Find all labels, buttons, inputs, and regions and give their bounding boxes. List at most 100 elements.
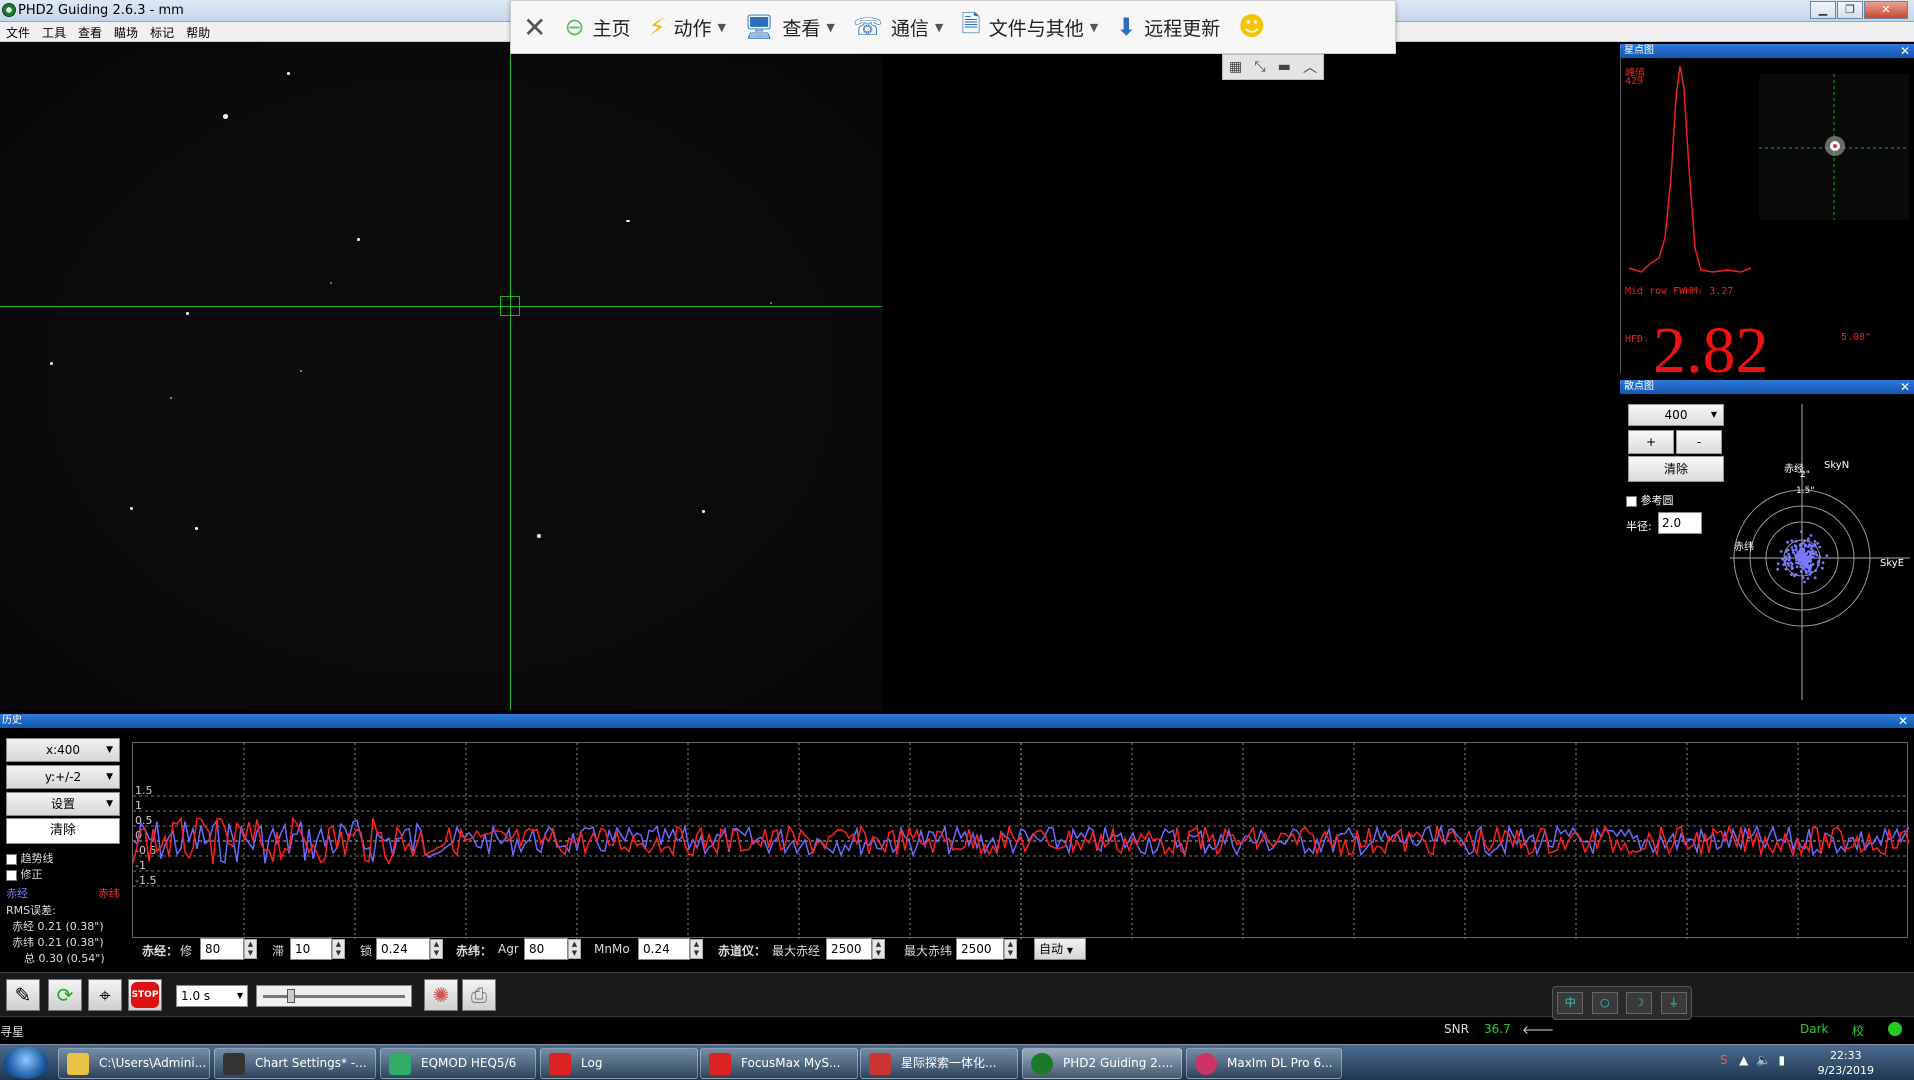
- trendline-checkbox[interactable]: [6, 853, 17, 865]
- volume-icon[interactable]: 🔈: [1756, 1053, 1771, 1067]
- ra-agg-input[interactable]: 80 ▲ ▼: [200, 938, 257, 960]
- close-button[interactable]: ✕: [1864, 1, 1908, 19]
- maximize-button[interactable]: ❐: [1837, 1, 1863, 19]
- menu-bookmarks[interactable]: 标记: [144, 22, 180, 41]
- corrections-checkbox[interactable]: [6, 869, 17, 881]
- spinner-arrows[interactable]: ▲ ▼: [872, 939, 885, 959]
- chevron-up-icon[interactable]: ︿: [1303, 57, 1317, 77]
- menu-view[interactable]: 查看: [72, 22, 108, 41]
- dec-mnmo-input[interactable]: 0.24 ▲ ▼: [638, 938, 703, 960]
- task-focusmax[interactable]: FocusMax MyS...: [700, 1048, 858, 1079]
- history-x-combo[interactable]: x:400 ▼: [6, 738, 120, 762]
- max-ra-input[interactable]: 2500 ▲ ▼: [826, 938, 885, 960]
- max-dec-input[interactable]: 2500 ▲ ▼: [956, 938, 1017, 960]
- star-field[interactable]: [0, 42, 882, 710]
- guide-icon-3[interactable]: ☽: [1626, 992, 1653, 1014]
- hfd-value: 2.82: [1653, 314, 1769, 387]
- scatter-point: [1792, 551, 1795, 555]
- history-clear-button[interactable]: 清除: [6, 818, 120, 844]
- task-eqmod[interactable]: EQMOD HEQ5/6: [380, 1048, 536, 1079]
- loop-icon[interactable]: ⟳: [48, 979, 82, 1011]
- guide-icon-1[interactable]: 中: [1557, 992, 1584, 1014]
- crosshair-icon[interactable]: ⌖: [88, 979, 122, 1011]
- scatter-point: [1806, 539, 1810, 543]
- task-log[interactable]: Log: [540, 1048, 698, 1079]
- task-explorer[interactable]: C:\Users\Admini...: [58, 1048, 210, 1079]
- shrink-icon[interactable]: ⤡: [1254, 59, 1265, 75]
- history-panel: x:400 ▼ y:+/-2 ▼ 设置 ▼ 清除 趋势线 修正 赤经 赤纬 RMS误差…: [0, 728, 1914, 972]
- remote-file-menu[interactable]: 🗎 文件与其他 ▼: [961, 7, 1098, 48]
- history-y-combo[interactable]: y:+/-2 ▼: [6, 765, 120, 789]
- smiley-icon[interactable]: ☻: [1238, 12, 1265, 42]
- ra-hyst-label: 滞: [272, 944, 285, 958]
- spinner-arrows[interactable]: ▲ ▼: [244, 939, 257, 959]
- scatter-point: [1810, 552, 1813, 556]
- pencil-icon[interactable]: ✎: [6, 979, 40, 1011]
- menu-file[interactable]: 文件: [0, 22, 36, 41]
- target-clear-button[interactable]: 清除: [1628, 456, 1724, 482]
- grid-icon[interactable]: ▦: [1229, 59, 1242, 75]
- spinner-arrows[interactable]: ▲ ▼: [332, 939, 345, 959]
- eqmod-icon: [389, 1053, 411, 1075]
- gamma-slider[interactable]: [256, 985, 412, 1007]
- menu-help[interactable]: 帮助: [180, 22, 216, 41]
- start-button[interactable]: [4, 1047, 48, 1079]
- task-maxim[interactable]: MaxIm DL Pro 6...: [1186, 1048, 1342, 1079]
- scatter-point: [1813, 540, 1817, 543]
- ref-circle-checkbox-row[interactable]: 参考圆: [1626, 492, 1674, 508]
- target-zoom-in-button[interactable]: +: [1628, 430, 1674, 454]
- scatter-point: [1782, 563, 1785, 566]
- remote-close-button[interactable]: ✕: [523, 11, 546, 44]
- status-bar: 寻星: [0, 1016, 1914, 1044]
- camera-view[interactable]: [0, 42, 1618, 710]
- guide-icon-2[interactable]: ○: [1591, 992, 1618, 1014]
- chevron-up-icon[interactable]: ▲: [1739, 1053, 1748, 1067]
- task-phd2[interactable]: PHD2 Guiding 2....: [1022, 1048, 1182, 1079]
- target-zoom-combo[interactable]: 400 ▼: [1628, 404, 1724, 426]
- history-settings-combo[interactable]: 设置 ▼: [6, 792, 120, 816]
- close-icon[interactable]: ✕: [1898, 714, 1908, 728]
- remote-comm-menu[interactable]: ☏ 通信 ▼: [853, 13, 944, 41]
- menu-tools[interactable]: 工具: [36, 22, 72, 41]
- remote-home-button[interactable]: ⊖ 主页: [564, 13, 630, 41]
- target-panel: 400 ▼ + - 清除 参考圆 半径: 2.0 赤经 SkyN 赤纬 SkyE…: [1620, 394, 1914, 710]
- scatter-point: [1776, 562, 1780, 566]
- network-icon[interactable]: ▮: [1779, 1053, 1786, 1067]
- ra-minmo-input[interactable]: 0.24 ▲ ▼: [376, 938, 443, 960]
- remote-view-menu[interactable]: 🖥 查看 ▼: [744, 13, 835, 41]
- scatter-point: [1807, 545, 1810, 548]
- slider-thumb[interactable]: [287, 989, 295, 1003]
- task-star-explorer[interactable]: 星际探索一体化...: [860, 1048, 1018, 1079]
- spinner-arrows[interactable]: ▲ ▼: [690, 939, 703, 959]
- spinner-arrows[interactable]: ▲ ▼: [568, 939, 581, 959]
- camera-icon[interactable]: ⎙: [462, 979, 496, 1011]
- dec-agr-input[interactable]: 80 ▲ ▼: [524, 938, 581, 960]
- ra-hyst-input[interactable]: 10 ▲ ▼: [290, 938, 345, 960]
- close-icon[interactable]: ✕: [1900, 44, 1910, 58]
- taskbar: C:\Users\Admini... Chart Settings* -... …: [0, 1044, 1914, 1080]
- remote-update-button[interactable]: ⬇ 远程更新: [1116, 13, 1220, 41]
- guide-icon-4[interactable]: ⏚: [1660, 992, 1687, 1014]
- stop-button[interactable]: STOP: [128, 979, 162, 1011]
- crosshair-horizontal: [0, 306, 882, 307]
- dec-mode-combo[interactable]: 自动 ▼: [1034, 938, 1086, 960]
- remote-action-menu[interactable]: ⚡ 动作 ▼: [649, 13, 726, 41]
- menu-darks[interactable]: 瞄场: [108, 22, 144, 41]
- minimize-icon[interactable]: ▬: [1278, 59, 1291, 75]
- star-profile-panel: 峰值 429 Mid row FWHM: 3.27 HFD: 2.82 5.08…: [1620, 58, 1914, 387]
- brain-icon[interactable]: ✺: [424, 979, 458, 1011]
- task-chart-settings[interactable]: Chart Settings* -...: [214, 1048, 376, 1079]
- corrections-row[interactable]: 修正: [6, 866, 43, 882]
- spinner-arrows[interactable]: ▲ ▼: [1004, 939, 1017, 959]
- minimize-button[interactable]: ▁: [1810, 1, 1836, 19]
- exposure-combo[interactable]: 1.0 s ▼: [176, 985, 248, 1007]
- ime-icon[interactable]: S: [1720, 1053, 1728, 1067]
- clock[interactable]: 22:33 9/23/2019: [1818, 1048, 1874, 1078]
- close-icon[interactable]: ✕: [1900, 380, 1910, 394]
- spinner-arrows[interactable]: ▲ ▼: [430, 939, 443, 959]
- trendline-row[interactable]: 趋势线: [6, 850, 54, 866]
- ref-circle-checkbox[interactable]: [1626, 495, 1637, 507]
- target-zoom-out-button[interactable]: -: [1676, 430, 1722, 454]
- radius-input[interactable]: 2.0: [1658, 512, 1702, 534]
- y-tick-label: 0.5: [135, 814, 153, 827]
